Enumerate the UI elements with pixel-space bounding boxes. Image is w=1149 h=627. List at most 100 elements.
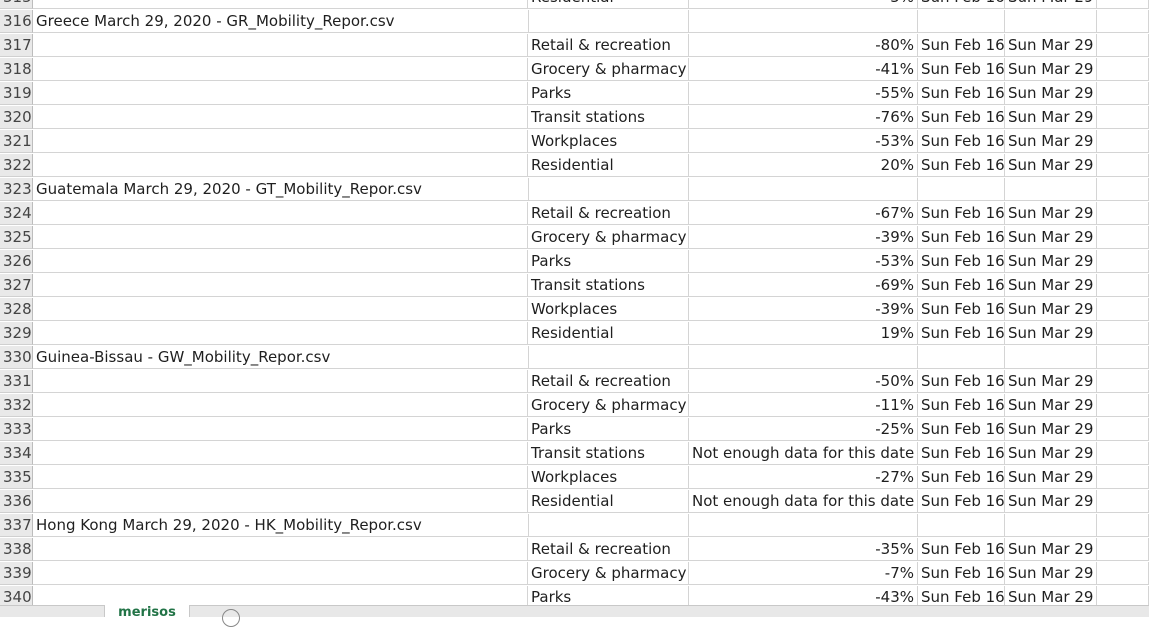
cell-b[interactable]: Retail & recreation [528, 370, 689, 393]
cell-b[interactable]: Workplaces [528, 298, 689, 321]
row-header[interactable]: 320 [0, 106, 33, 129]
cell-f[interactable] [1097, 154, 1149, 177]
cell-d[interactable]: Sun Feb 16 [918, 298, 1005, 321]
cell-b[interactable] [528, 178, 689, 201]
cell-c[interactable]: -80% [689, 34, 918, 57]
cell-e[interactable] [1005, 178, 1097, 201]
cell-d[interactable]: Sun Feb 16 [918, 442, 1005, 465]
cell-f[interactable] [1097, 490, 1149, 513]
cell-b[interactable]: Retail & recreation [528, 34, 689, 57]
cell-f[interactable] [1097, 0, 1149, 9]
cell-f[interactable] [1097, 58, 1149, 81]
cell-d[interactable]: Sun Feb 16 [918, 490, 1005, 513]
cell-b[interactable]: Workplaces [528, 466, 689, 489]
cell-d[interactable] [918, 346, 1005, 369]
cell-a[interactable] [33, 58, 528, 81]
row-header[interactable]: 321 [0, 130, 33, 153]
cell-f[interactable] [1097, 106, 1149, 129]
row-header[interactable]: 327 [0, 274, 33, 297]
cell-f[interactable] [1097, 130, 1149, 153]
cell-b[interactable]: Grocery & pharmacy [528, 226, 689, 249]
cell-e[interactable]: Sun Mar 29 [1005, 106, 1097, 129]
cell-d[interactable]: Sun Feb 16 [918, 250, 1005, 273]
cell-f[interactable] [1097, 322, 1149, 345]
cell-e[interactable]: Sun Mar 29 [1005, 394, 1097, 417]
cell-e[interactable]: Sun Mar 29 [1005, 226, 1097, 249]
row-header[interactable]: 329 [0, 322, 33, 345]
cell-f[interactable] [1097, 226, 1149, 249]
cell-c[interactable]: -27% [689, 466, 918, 489]
cell-c[interactable]: -25% [689, 418, 918, 441]
cell-c[interactable]: -55% [689, 82, 918, 105]
add-sheet-icon[interactable] [222, 609, 240, 627]
cell-f[interactable] [1097, 346, 1149, 369]
cell-e[interactable]: Sun Mar 29 [1005, 418, 1097, 441]
cell-c[interactable]: -67% [689, 202, 918, 225]
cell-c[interactable] [689, 10, 918, 33]
cell-b[interactable]: Grocery & pharmacy [528, 58, 689, 81]
cell-b[interactable]: Residential [528, 0, 689, 9]
cell-c[interactable]: -7% [689, 562, 918, 585]
cell-e[interactable]: Sun Mar 29 [1005, 82, 1097, 105]
cell-f[interactable] [1097, 82, 1149, 105]
cell-d[interactable]: Sun Feb 16 [918, 106, 1005, 129]
cell-b[interactable] [528, 10, 689, 33]
cell-e[interactable]: Sun Mar 29 [1005, 274, 1097, 297]
cell-a[interactable] [33, 322, 528, 345]
cell-f[interactable] [1097, 298, 1149, 321]
cell-c[interactable]: -39% [689, 226, 918, 249]
cell-c[interactable]: -11% [689, 394, 918, 417]
cell-b[interactable]: Parks [528, 250, 689, 273]
cell-f[interactable] [1097, 202, 1149, 225]
cell-f[interactable] [1097, 562, 1149, 585]
cell-d[interactable]: Sun Feb 16 [918, 562, 1005, 585]
cell-c[interactable]: -69% [689, 274, 918, 297]
cell-c[interactable]: Not enough data for this date [689, 490, 918, 513]
cell-e[interactable]: Sun Mar 29 [1005, 466, 1097, 489]
cell-a[interactable] [33, 202, 528, 225]
cell-a[interactable] [33, 274, 528, 297]
cell-d[interactable]: Sun Feb 16 [918, 82, 1005, 105]
cell-a[interactable] [33, 538, 528, 561]
cell-a[interactable]: Guatemala March 29, 2020 - GT_Mobility_R… [33, 178, 528, 201]
cell-f[interactable] [1097, 250, 1149, 273]
cell-e[interactable]: Sun Mar 29 [1005, 58, 1097, 81]
row-header[interactable]: 328 [0, 298, 33, 321]
cell-f[interactable] [1097, 466, 1149, 489]
row-header[interactable]: 326 [0, 250, 33, 273]
cell-d[interactable]: Sun Feb 16 [918, 466, 1005, 489]
row-header[interactable]: 339 [0, 562, 33, 585]
cell-e[interactable]: Sun Mar 29 [1005, 250, 1097, 273]
cell-d[interactable]: Sun Feb 16 [918, 418, 1005, 441]
row-header[interactable]: 330 [0, 346, 33, 369]
cell-c[interactable] [689, 346, 918, 369]
row-header[interactable]: 315 [0, 0, 33, 9]
cell-e[interactable]: Sun Mar 29 [1005, 34, 1097, 57]
cell-e[interactable]: Sun Mar 29 [1005, 298, 1097, 321]
cell-b[interactable] [528, 346, 689, 369]
row-header[interactable]: 319 [0, 82, 33, 105]
cell-c[interactable]: -39% [689, 298, 918, 321]
sheet-tab-active[interactable]: merisos [104, 605, 190, 617]
cell-c[interactable]: -41% [689, 58, 918, 81]
cell-f[interactable] [1097, 442, 1149, 465]
row-header[interactable]: 322 [0, 154, 33, 177]
cell-b[interactable]: Parks [528, 418, 689, 441]
cell-d[interactable]: Sun Feb 16 [918, 394, 1005, 417]
sheet-tab-previous[interactable] [0, 606, 102, 617]
cell-c[interactable] [689, 178, 918, 201]
cell-c[interactable]: Not enough data for this date [689, 442, 918, 465]
cell-b[interactable]: Retail & recreation [528, 202, 689, 225]
cell-b[interactable]: Residential [528, 322, 689, 345]
cell-d[interactable] [918, 514, 1005, 537]
cell-a[interactable] [33, 298, 528, 321]
cell-b[interactable]: Workplaces [528, 130, 689, 153]
row-header[interactable]: 334 [0, 442, 33, 465]
cell-a[interactable]: Greece March 29, 2020 - GR_Mobility_Repo… [33, 10, 528, 33]
cell-e[interactable]: Sun Mar 29 [1005, 370, 1097, 393]
cell-a[interactable] [33, 226, 528, 249]
row-header[interactable]: 323 [0, 178, 33, 201]
cell-a[interactable] [33, 442, 528, 465]
cell-c[interactable]: 20% [689, 154, 918, 177]
cell-e[interactable]: Sun Mar 29 [1005, 538, 1097, 561]
